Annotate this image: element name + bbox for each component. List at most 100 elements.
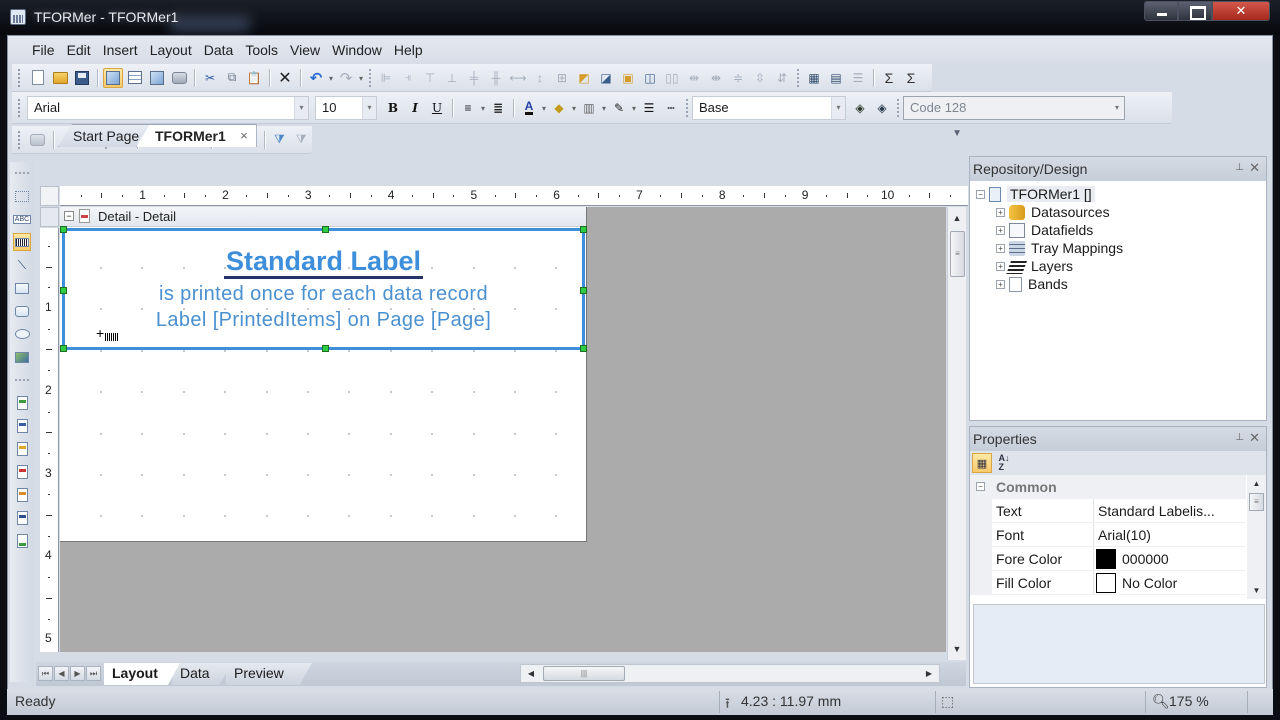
property-grid-scrollbar[interactable]: ▲ ≡ ▼ bbox=[1247, 475, 1266, 599]
property-row-fill-color[interactable]: Fill Color No Color bbox=[970, 571, 1246, 595]
data-view-button[interactable] bbox=[125, 68, 145, 88]
tool-text[interactable]: ABC bbox=[12, 210, 32, 228]
resize-handle-r[interactable] bbox=[580, 287, 587, 294]
same-size-button[interactable]: ⊞ bbox=[552, 68, 572, 88]
decrease-horizontal-space-button[interactable]: ⇼ bbox=[706, 68, 726, 88]
property-row-text[interactable]: Text Standard Labelis... bbox=[970, 499, 1246, 523]
tool-band-group-footer[interactable] bbox=[13, 486, 31, 504]
scroll-left-icon[interactable]: ◀ bbox=[523, 665, 539, 682]
property-scroll-thumb[interactable]: ≡ bbox=[1249, 493, 1264, 511]
scroll-right-icon[interactable]: ▶ bbox=[921, 665, 937, 682]
same-width-button[interactable]: ⟷ bbox=[508, 68, 528, 88]
tool-band-detail[interactable] bbox=[13, 463, 31, 481]
design-canvas[interactable]: − Detail - Detail Standard Label is prin… bbox=[60, 207, 946, 652]
tree-item-bands[interactable]: + Bands bbox=[976, 275, 1266, 293]
scroll-down-icon[interactable]: ▼ bbox=[948, 640, 966, 658]
tool-barcode[interactable] bbox=[13, 233, 31, 251]
save-button[interactable] bbox=[72, 68, 92, 88]
property-row-fore-color[interactable]: Fore Color 000000 bbox=[970, 547, 1246, 571]
scroll-up-icon[interactable]: ▲ bbox=[1247, 479, 1266, 488]
expand-icon[interactable]: + bbox=[996, 243, 1005, 253]
vertical-scrollbar[interactable]: ▲ ≡ ▼ bbox=[947, 207, 966, 660]
text-align-button[interactable]: ≡ bbox=[458, 98, 485, 118]
sum-after-button[interactable]: Σ bbox=[901, 68, 921, 88]
horizontal-scrollbar[interactable]: ◀ ||| ▶ bbox=[520, 664, 940, 683]
categorized-button[interactable]: ▦ bbox=[972, 453, 992, 473]
tab-data[interactable]: Data bbox=[172, 663, 232, 685]
tab-layout[interactable]: Layout bbox=[104, 663, 180, 685]
bring-to-front-button[interactable]: ◩ bbox=[574, 68, 594, 88]
line-color-button[interactable]: ✎ bbox=[609, 98, 636, 118]
layers-button[interactable]: ◈ bbox=[872, 98, 892, 118]
menu-data[interactable]: Data bbox=[198, 40, 240, 60]
tool-band-footer[interactable] bbox=[13, 509, 31, 527]
property-row-font[interactable]: Font Arial(10) bbox=[970, 523, 1246, 547]
new-button[interactable] bbox=[28, 68, 48, 88]
menu-tools[interactable]: Tools bbox=[239, 40, 284, 60]
tree-item-tray-mappings[interactable]: + Tray Mappings bbox=[976, 239, 1266, 257]
font-size-select[interactable]: 10 ▾ bbox=[315, 95, 377, 120]
menu-view[interactable]: View bbox=[284, 40, 326, 60]
resize-handle-bl[interactable] bbox=[60, 345, 67, 352]
sum-before-button[interactable]: Σ bbox=[879, 68, 899, 88]
zoom-level[interactable]: 175 % bbox=[1169, 693, 1209, 709]
undo-button[interactable]: ↶ bbox=[306, 68, 333, 88]
tab-preview[interactable]: Preview bbox=[226, 663, 312, 685]
tool-image[interactable] bbox=[13, 348, 31, 366]
menu-insert[interactable]: Insert bbox=[97, 40, 144, 60]
align-center-horizontal-button[interactable]: ╫ bbox=[486, 68, 506, 88]
align-left-button[interactable]: ⊫ bbox=[376, 68, 396, 88]
collapse-icon[interactable]: − bbox=[976, 482, 985, 491]
tree-item-layers[interactable]: + Layers bbox=[976, 257, 1266, 275]
send-to-back-button[interactable]: ◪ bbox=[596, 68, 616, 88]
close-button[interactable]: ✕ bbox=[1212, 1, 1270, 21]
print-button[interactable] bbox=[169, 68, 189, 88]
fill-color-button[interactable]: ◆ bbox=[549, 98, 576, 118]
tree-root[interactable]: − TFORMer1 [] bbox=[976, 185, 1266, 203]
tab-order-button[interactable]: ☰ bbox=[848, 68, 868, 88]
maximize-button[interactable] bbox=[1178, 1, 1212, 21]
alphabetical-button[interactable]: A↓ Z bbox=[994, 453, 1014, 473]
resize-handle-b[interactable] bbox=[322, 345, 329, 352]
send-backward-button[interactable]: ◫ bbox=[640, 68, 660, 88]
line-width-button[interactable]: ☰ bbox=[639, 98, 659, 118]
preview-button[interactable] bbox=[147, 68, 167, 88]
italic-button[interactable]: I bbox=[405, 98, 425, 118]
tool-band-group-header[interactable] bbox=[13, 440, 31, 458]
font-family-select[interactable]: Arial ▾ bbox=[27, 95, 309, 120]
resize-handle-br[interactable] bbox=[580, 345, 587, 352]
increase-horizontal-space-button[interactable]: ⇹ bbox=[684, 68, 704, 88]
scroll-up-icon[interactable]: ▲ bbox=[948, 209, 966, 227]
tool-band-page-header[interactable] bbox=[13, 394, 31, 412]
font-color-button[interactable]: A bbox=[519, 98, 546, 118]
vertical-scroll-thumb[interactable]: ≡ bbox=[950, 231, 965, 277]
close-tab-icon[interactable]: × bbox=[240, 128, 248, 143]
resize-handle-t[interactable] bbox=[322, 226, 329, 233]
align-right-button[interactable]: ⫣ bbox=[398, 68, 418, 88]
tool-rounded-rectangle[interactable] bbox=[13, 302, 31, 320]
expand-icon[interactable]: + bbox=[996, 279, 1005, 289]
resize-handle-tr[interactable] bbox=[580, 226, 587, 233]
tab-list-dropdown-icon[interactable]: ▼ bbox=[952, 128, 962, 139]
close-panel-icon[interactable]: ✕ bbox=[1249, 430, 1260, 446]
tool-select[interactable] bbox=[13, 187, 31, 205]
resize-handle-l[interactable] bbox=[60, 287, 67, 294]
tab-start-page[interactable]: Start Page bbox=[58, 124, 153, 147]
tool-band-page-footer[interactable] bbox=[13, 532, 31, 550]
tool-rectangle[interactable] bbox=[13, 279, 31, 297]
previous-page-icon[interactable]: ◀ bbox=[54, 666, 69, 681]
next-page-icon[interactable]: ▶ bbox=[70, 666, 85, 681]
minimize-button[interactable] bbox=[1144, 1, 1178, 21]
menu-edit[interactable]: Edit bbox=[61, 40, 97, 60]
close-panel-icon[interactable]: ✕ bbox=[1249, 160, 1260, 176]
property-value[interactable]: No Color bbox=[1122, 575, 1177, 591]
copy-button[interactable]: ⧉ bbox=[222, 68, 242, 88]
redo-button[interactable]: ↷ bbox=[336, 68, 363, 88]
tool-ellipse[interactable] bbox=[13, 325, 31, 343]
last-page-icon[interactable]: ⏭ bbox=[86, 666, 101, 681]
align-bottom-button[interactable]: ⊥ bbox=[442, 68, 462, 88]
underline-button[interactable]: U bbox=[427, 98, 447, 118]
tool-line[interactable]: ⟍ bbox=[13, 256, 31, 274]
properties-button[interactable]: ▤ bbox=[826, 68, 846, 88]
bold-button[interactable]: B bbox=[383, 98, 403, 118]
